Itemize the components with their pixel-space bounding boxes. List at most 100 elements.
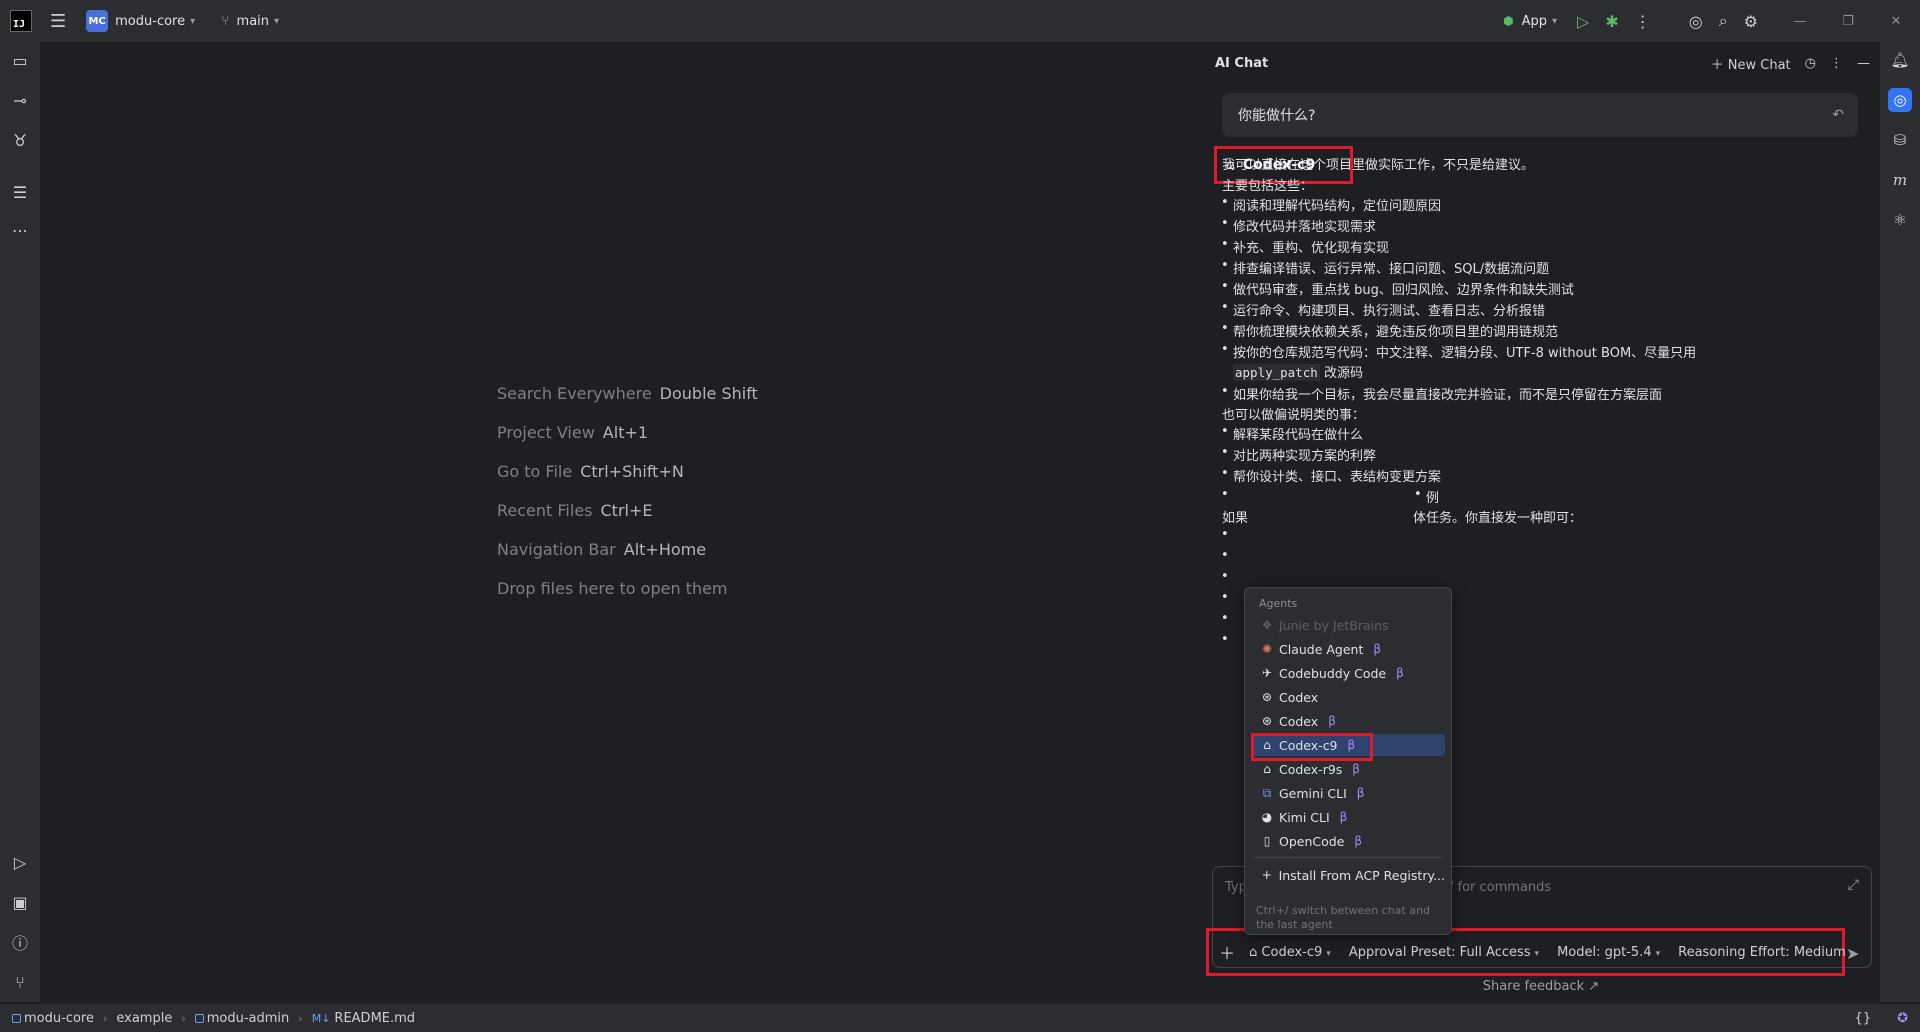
install-acp-registry-button[interactable]: + Install From ACP Registry...	[1251, 864, 1445, 886]
agent-option-codex-beta[interactable]: ⊛ Codex β	[1251, 710, 1445, 732]
gear-icon[interactable]: ⚙	[1744, 12, 1758, 31]
chat-header: AI Chat ＋ New Chat ◷ ⋮ —	[1204, 44, 1878, 82]
code-token: apply_patch	[1233, 364, 1320, 381]
maven-icon[interactable]: m	[1888, 168, 1912, 192]
dropdown-footer-hint: Ctrl+/ switch between chat and the last …	[1256, 904, 1430, 931]
more-icon[interactable]: ⋮	[1635, 12, 1651, 31]
chat-toolbar: ＋ ⌂ Codex-c9 ▾ Approval Preset: Full Acce…	[1206, 928, 1854, 976]
left-tool-stripe: ▭ ⊸ ♉ ☰ ⋯ ▷ ▣ ⓘ ⑂	[0, 42, 40, 1002]
database-icon[interactable]: ⛁	[1888, 128, 1912, 152]
response-closing: 如果	[1222, 511, 1249, 526]
run-config[interactable]: App	[1522, 14, 1547, 29]
services-icon[interactable]: ▷	[8, 850, 32, 874]
markdown-icon: M↓	[311, 1011, 331, 1025]
response-section-title: 也可以做偏说明类的事：	[1222, 408, 1366, 423]
kimi-icon: ◕	[1261, 810, 1273, 824]
chevron-down-icon: ▾	[190, 15, 196, 27]
chevron-right-icon: ›	[102, 1011, 108, 1025]
editor-area: Search Everywhere Double Shift Project Vi…	[42, 44, 1196, 1000]
ai-status-icon[interactable]: ✪	[1897, 1011, 1908, 1026]
new-chat-button[interactable]: ＋ New Chat	[1711, 54, 1791, 73]
notifications-icon[interactable]: 🔔︎	[1888, 48, 1912, 72]
list-item: 阅读和理解代码结构，定位问题原因	[1221, 195, 1441, 214]
minimize-panel-icon[interactable]: —	[1857, 56, 1870, 71]
project-name[interactable]: modu-core	[115, 14, 185, 29]
hint-go-to-file: Go to File Ctrl+Shift+N	[497, 462, 684, 481]
share-feedback-link[interactable]: Share feedback ↗	[1204, 979, 1878, 994]
agent-selector[interactable]: ⌂ Codex-c9 ▾	[1249, 945, 1331, 960]
module-icon	[194, 1013, 204, 1023]
right-tool-stripe: 🔔︎ ◎ ⛁ m ⚛	[1880, 42, 1920, 1002]
restore-icon[interactable]: ❐	[1824, 14, 1872, 29]
history-icon[interactable]: ◷	[1805, 56, 1816, 71]
robot-icon: ⌂	[1263, 762, 1271, 776]
folder-icon[interactable]: ▭	[8, 48, 32, 72]
agents-dropdown: Agents ❖ Junie by JetBrains ✺ Claude Agent…	[1244, 587, 1452, 935]
module-icon	[12, 1013, 21, 1023]
structure-icon[interactable]: ☰	[8, 180, 32, 204]
agent-option-kimi[interactable]: ◕ Kimi CLI β	[1251, 806, 1445, 828]
dropdown-divider	[1253, 857, 1443, 858]
approval-preset-selector[interactable]: Approval Preset: Full Access ▾	[1349, 945, 1539, 960]
branch-name[interactable]: main	[237, 14, 269, 29]
ai-assistant-icon[interactable]: ◎	[1689, 12, 1703, 31]
robot-icon: ⌂	[1249, 944, 1258, 960]
run-icon[interactable]: ▷	[1577, 12, 1589, 31]
terminal-icon[interactable]: ▣	[8, 890, 32, 914]
agent-option-gemini[interactable]: ⧉ Gemini CLI β	[1251, 782, 1445, 804]
model-selector[interactable]: Model: gpt-5.4 ▾	[1557, 945, 1660, 960]
agent-option-junie: ❖ Junie by JetBrains	[1251, 614, 1445, 636]
title-bar: IJ ☰ MC modu-core ▾ ⑂ main ▾ ⬢ App ▾ ▷ ✱…	[0, 0, 1920, 42]
plugin-icon[interactable]: ⚛	[1888, 208, 1912, 232]
pull-requests-icon[interactable]: ♉	[8, 128, 32, 152]
hint-navigation-bar: Navigation Bar Alt+Home	[497, 540, 707, 559]
list-item: 补充、重构、优化现有实现	[1221, 237, 1389, 256]
hint-recent-files: Recent Files Ctrl+E	[497, 501, 653, 520]
agent-option-claude[interactable]: ✺ Claude Agent β	[1251, 638, 1445, 660]
git-icon[interactable]: ⑂	[8, 970, 32, 994]
close-icon[interactable]: ✕	[1872, 14, 1920, 29]
run-config-icon: ⬢	[1503, 14, 1514, 28]
openai-icon: ⊛	[1261, 714, 1273, 728]
commit-icon[interactable]: ⊸	[8, 88, 32, 112]
list-item: 解释某段代码在做什么	[1221, 424, 1363, 443]
status-bar: modu-core › example › modu-admin › M↓ REA…	[0, 1004, 1920, 1032]
list-item: 运行命令、构建项目、执行测试、查看日志、分析报错	[1221, 300, 1545, 319]
agent-option-opencode[interactable]: ▯ OpenCode β	[1251, 830, 1445, 852]
minimize-icon[interactable]: —	[1776, 14, 1824, 29]
chevron-right-icon: ›	[298, 1011, 303, 1025]
chevron-down-icon: ▾	[1551, 15, 1557, 27]
claude-icon: ✺	[1261, 642, 1273, 656]
junie-icon: ❖	[1261, 618, 1273, 632]
breadcrumb-submodule[interactable]: modu-admin	[194, 1011, 289, 1026]
problems-icon[interactable]: ⓘ	[8, 930, 32, 954]
selected-agent-highlight	[1251, 733, 1373, 761]
gemini-icon: ⧉	[1262, 785, 1272, 800]
input-commands-hint: / for commands	[1449, 880, 1552, 895]
project-badge[interactable]: MC	[86, 10, 109, 32]
breadcrumb-folder[interactable]: example	[116, 1011, 172, 1026]
reasoning-effort-selector[interactable]: Reasoning Effort: Medium ▾	[1678, 945, 1854, 960]
debug-icon[interactable]: ✱	[1605, 12, 1618, 31]
agent-option-codex-r9s[interactable]: ⌂ Codex-r9s β	[1251, 758, 1445, 780]
ide-logo[interactable]: IJ	[10, 10, 32, 32]
expand-icon[interactable]: ⤢	[1848, 877, 1859, 893]
json-icon[interactable]: {}	[1855, 1011, 1872, 1026]
list-item: 例	[1414, 487, 1439, 506]
main-menu-icon[interactable]: ☰	[50, 11, 66, 32]
ai-chat-icon[interactable]: ◎	[1888, 88, 1912, 112]
more-tools-icon[interactable]: ⋯	[8, 218, 32, 242]
add-context-icon[interactable]: ＋	[1219, 940, 1235, 964]
hint-drop-files: Drop files here to open them	[497, 579, 728, 598]
more-icon[interactable]: ⋮	[1830, 56, 1843, 71]
breadcrumb-module[interactable]: modu-core	[12, 1011, 94, 1026]
agent-option-codebuddy[interactable]: ✈ Codebuddy Code β	[1251, 662, 1445, 684]
send-icon[interactable]: ➤	[1846, 944, 1859, 963]
agent-option-codex[interactable]: ⊛ Codex	[1251, 686, 1445, 708]
response-section-title: 主要包括这些：	[1222, 179, 1314, 194]
chevron-right-icon: ›	[181, 1011, 186, 1025]
chat-title: AI Chat	[1215, 55, 1269, 71]
undo-icon[interactable]: ↶	[1832, 107, 1844, 123]
breadcrumb-file[interactable]: M↓ README.md	[312, 1011, 415, 1026]
search-icon[interactable]: ⌕	[1719, 11, 1728, 31]
